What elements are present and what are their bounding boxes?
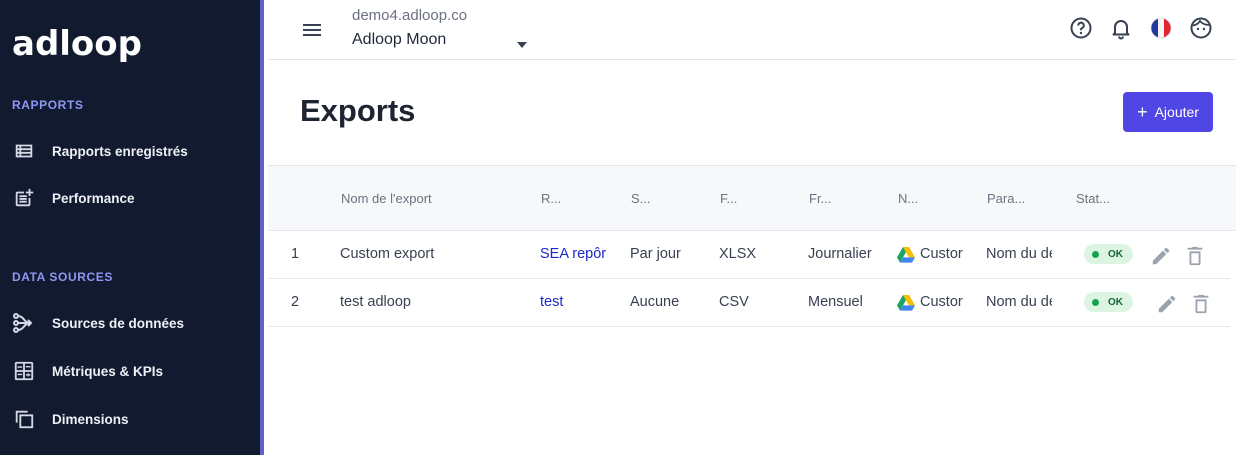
sidebar-item-label: Sources de données <box>52 315 185 331</box>
sidebar-item-label: Performance <box>52 190 135 206</box>
status-label: OK <box>1108 248 1123 260</box>
delete-icon[interactable] <box>1190 293 1212 315</box>
menu-icon[interactable] <box>300 18 324 42</box>
copy-icon <box>12 407 36 431</box>
schedule-value: Par jour <box>630 246 681 262</box>
status-dot <box>1092 298 1099 306</box>
format-value: XLSX <box>719 246 757 262</box>
report-link[interactable]: test <box>540 294 612 310</box>
list-icon <box>12 139 36 163</box>
france-flag-icon[interactable] <box>1149 16 1173 40</box>
edit-icon[interactable] <box>1156 293 1178 315</box>
google-drive-icon <box>897 247 915 263</box>
sidebar-item-sources-de-donnees[interactable]: Sources de données <box>0 303 260 343</box>
delete-icon[interactable] <box>1184 245 1206 267</box>
post-add-icon <box>12 186 36 210</box>
google-drive-icon <box>897 295 915 311</box>
export-name: test adloop <box>340 294 411 310</box>
status-dot <box>1092 250 1099 258</box>
topbar: demo4.adloop.co Adloop Moon <box>268 0 1236 60</box>
format-value: CSV <box>719 294 749 310</box>
export-name: Custom export <box>340 246 435 262</box>
section-title-data-sources: DATA SOURCES <box>12 270 113 284</box>
sidebar-item-metriques-kpis[interactable]: Métriques & KPIs <box>0 351 260 391</box>
frequency-value: Journalier <box>808 246 872 262</box>
sidebar: adloop RAPPORTS Rapports enregistrés Per… <box>0 0 264 455</box>
bell-icon[interactable] <box>1109 16 1133 40</box>
adloop-logo-mark: adloop <box>12 24 142 62</box>
destination-value: Custor <box>920 246 963 262</box>
destination-value: Custor <box>920 294 963 310</box>
user-face-icon[interactable] <box>1189 16 1213 40</box>
column-header-status[interactable]: Stat... <box>1076 191 1110 206</box>
params-value: Nom du de <box>986 246 1052 262</box>
plus-icon: + <box>1137 102 1148 122</box>
chevron-down-icon[interactable] <box>516 36 528 48</box>
logo-text: adloop <box>12 24 142 62</box>
edit-icon[interactable] <box>1150 245 1172 267</box>
sidebar-item-rapports-enregistres[interactable]: Rapports enregistrés <box>0 131 260 171</box>
frequency-value: Mensuel <box>808 294 863 310</box>
add-export-button[interactable]: + Ajouter <box>1123 92 1213 132</box>
column-header-format[interactable]: F... <box>720 191 737 206</box>
sidebar-item-dimensions[interactable]: Dimensions <box>0 399 260 439</box>
calculator-icon <box>12 359 36 383</box>
column-header-frequency[interactable]: Fr... <box>809 191 831 206</box>
row-number: 1 <box>291 246 300 262</box>
row-number: 2 <box>291 294 300 310</box>
column-header-name[interactable]: Nom de l'export <box>341 191 432 206</box>
table-row: 1 Custom export SEA repôr Par jour XLSX … <box>268 231 1230 279</box>
sidebar-item-label: Dimensions <box>52 411 129 427</box>
status-label: OK <box>1108 296 1123 308</box>
table-row: 2 test adloop test Aucune CSV Mensuel Cu… <box>268 279 1230 327</box>
column-header-destination[interactable]: N... <box>898 191 918 206</box>
table-header: Nom de l'export R... S... F... Fr... N..… <box>268 165 1236 231</box>
adloop-logo[interactable]: adloop <box>12 22 142 62</box>
sidebar-item-label: Métriques & KPIs <box>52 363 164 379</box>
column-header-schedule[interactable]: S... <box>631 191 651 206</box>
account-domain: demo4.adloop.co <box>352 7 468 24</box>
sidebar-item-performance[interactable]: Performance <box>0 178 260 218</box>
add-button-label: Ajouter <box>1154 104 1199 120</box>
column-header-report[interactable]: R... <box>541 191 561 206</box>
sidebar-item-label: Rapports enregistrés <box>52 143 188 159</box>
help-icon[interactable] <box>1069 16 1093 40</box>
app: adloop RAPPORTS Rapports enregistrés Per… <box>0 0 1236 455</box>
column-header-params[interactable]: Para... <box>987 191 1025 206</box>
status-badge: OK <box>1084 244 1133 264</box>
merge-icon <box>12 311 36 335</box>
page-title: Exports <box>300 93 416 128</box>
account-selector[interactable]: Adloop Moon <box>352 31 446 49</box>
report-link[interactable]: SEA repôr <box>540 246 612 262</box>
params-value: Nom du de <box>986 294 1052 310</box>
status-badge: OK <box>1084 292 1133 312</box>
section-title-rapports: RAPPORTS <box>12 98 84 112</box>
schedule-value: Aucune <box>630 294 680 310</box>
